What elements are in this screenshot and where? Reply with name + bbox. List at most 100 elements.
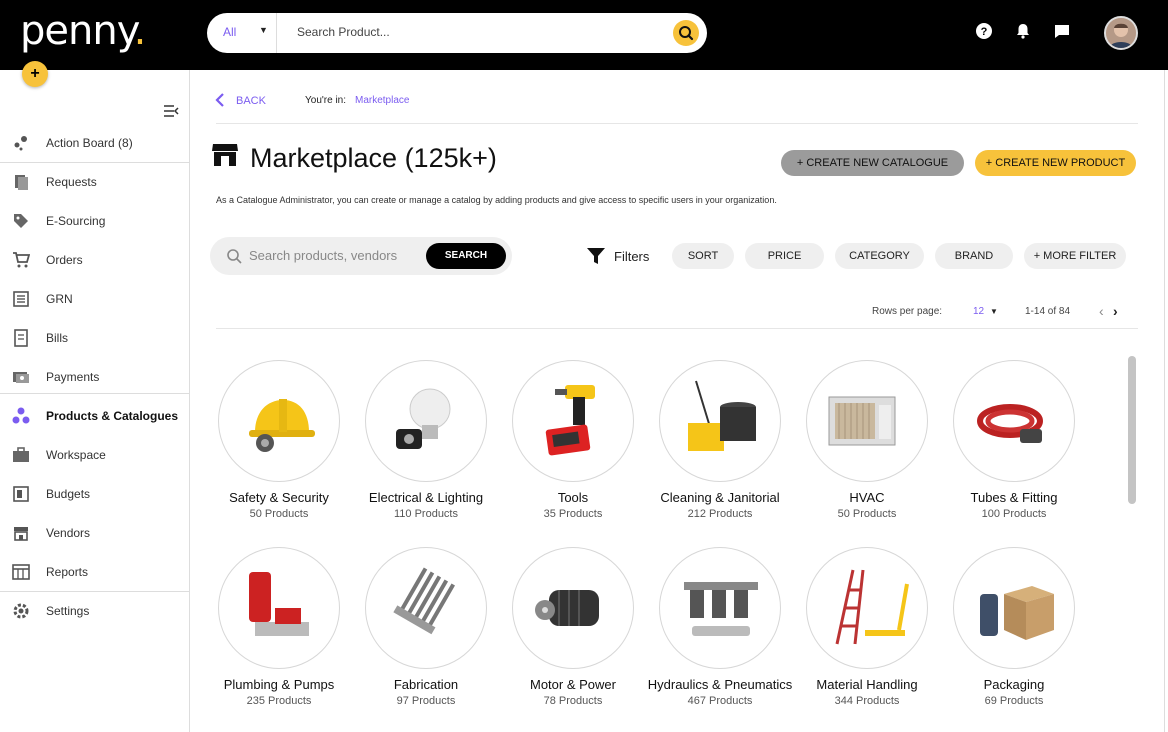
rows-per-page-label: Rows per page: bbox=[872, 306, 943, 317]
store-icon bbox=[14, 527, 28, 541]
category-card-fabrication[interactable]: Fabrication 97 Products bbox=[346, 547, 506, 717]
sidebar-item-reports[interactable]: Reports bbox=[0, 553, 189, 591]
sidebar-item-label: Vendors bbox=[46, 526, 91, 540]
category-name: Electrical & Lighting bbox=[368, 490, 484, 505]
category-name: Cleaning & Janitorial bbox=[660, 490, 780, 505]
action-board-icon bbox=[14, 136, 27, 151]
back-arrow-icon[interactable] bbox=[213, 92, 227, 108]
sidebar-item-e-sourcing[interactable]: E-Sourcing bbox=[0, 202, 189, 240]
category-name: Tools bbox=[557, 490, 589, 505]
product-search-input[interactable]: Search products, vendors bbox=[249, 248, 397, 263]
prev-page-icon[interactable]: ‹ bbox=[1099, 303, 1104, 319]
bell-icon[interactable] bbox=[1014, 22, 1032, 40]
cart-icon bbox=[13, 252, 30, 268]
sidebar-item-vendors[interactable]: Vendors bbox=[0, 514, 189, 552]
gear-icon bbox=[13, 603, 29, 619]
category-name: Tubes & Fitting bbox=[970, 490, 1058, 505]
sidebar-item-label: Bills bbox=[46, 331, 69, 345]
category-image bbox=[365, 360, 487, 482]
category-image bbox=[953, 360, 1075, 482]
sidebar-item-label: Products & Catalogues bbox=[46, 409, 179, 423]
briefcase-icon bbox=[13, 447, 29, 462]
search-submit-button[interactable] bbox=[673, 20, 699, 46]
svg-text:?: ? bbox=[981, 26, 988, 38]
sidebar-item-grn[interactable]: GRN bbox=[0, 280, 189, 318]
next-page-icon[interactable]: › bbox=[1113, 303, 1118, 319]
category-image bbox=[659, 360, 781, 482]
page-title: Marketplace (125k+) bbox=[250, 143, 497, 173]
caret-down-icon[interactable]: ▼ bbox=[990, 307, 998, 316]
create-product-button[interactable]: + CREATE NEW PRODUCT bbox=[975, 150, 1136, 176]
rows-per-page-select[interactable]: 12 bbox=[973, 306, 984, 317]
category-name: Packaging bbox=[983, 677, 1045, 692]
sidebar-item-label: E-Sourcing bbox=[46, 214, 106, 228]
category-card-packaging[interactable]: Packaging 69 Products bbox=[934, 547, 1094, 717]
category-card-plumbing-pumps[interactable]: Plumbing & Pumps 235 Products bbox=[199, 547, 359, 717]
category-card-cleaning-janitorial[interactable]: Cleaning & Janitorial 212 Products bbox=[640, 360, 800, 530]
category-image bbox=[365, 547, 487, 669]
top-bar: penny. All ▼ Search Product... ? bbox=[0, 0, 1168, 70]
category-card-safety-security[interactable]: Safety & Security 50 Products bbox=[199, 360, 359, 530]
ladder-pallet-jack-icon bbox=[835, 569, 909, 645]
heat-sink-icon bbox=[393, 567, 455, 635]
sidebar-item-workspace[interactable]: Workspace bbox=[0, 436, 189, 474]
create-catalogue-button[interactable]: + CREATE NEW CATALOGUE bbox=[781, 150, 964, 176]
category-card-tubes-fitting[interactable]: Tubes & Fitting 100 Products bbox=[934, 360, 1094, 530]
sidebar-item-action-board[interactable]: Action Board (8) bbox=[0, 124, 189, 162]
category-card-tools[interactable]: Tools 35 Products bbox=[493, 360, 653, 530]
brand-chip[interactable]: BRAND bbox=[935, 243, 1013, 269]
sidebar-item-bills[interactable]: Bills bbox=[0, 319, 189, 357]
pump-icon bbox=[249, 572, 309, 636]
penny-logo[interactable]: penny. bbox=[20, 8, 146, 54]
category-card-hvac[interactable]: HVAC 50 Products bbox=[787, 360, 947, 530]
category-chip[interactable]: CATEGORY bbox=[835, 243, 924, 269]
search-icon bbox=[227, 249, 242, 264]
breadcrumb-prefix: You're in: bbox=[305, 95, 347, 106]
sidebar-item-payments[interactable]: Payments bbox=[0, 358, 189, 396]
budgets-icon bbox=[13, 486, 29, 502]
breadcrumb-marketplace[interactable]: Marketplace bbox=[355, 95, 409, 106]
search-button[interactable]: SEARCH bbox=[426, 243, 506, 269]
sidebar-item-label: Orders bbox=[46, 253, 83, 267]
sidebar-item-label: Settings bbox=[46, 604, 90, 618]
quick-create-button[interactable]: + bbox=[22, 61, 48, 87]
category-card-motor-power[interactable]: Motor & Power 78 Products bbox=[493, 547, 653, 717]
collapse-sidebar-icon[interactable] bbox=[163, 104, 179, 118]
sidebar-item-requests[interactable]: Requests bbox=[0, 163, 189, 201]
bill-icon bbox=[14, 329, 28, 347]
sidebar-item-label: Action Board (8) bbox=[46, 136, 133, 150]
caret-down-icon: ▼ bbox=[259, 25, 268, 35]
sidebar-item-label: Reports bbox=[46, 565, 89, 579]
search-scope-dropdown[interactable]: All ▼ bbox=[207, 13, 277, 53]
category-card-material-handling[interactable]: Material Handling 344 Products bbox=[787, 547, 947, 717]
back-button[interactable]: BACK bbox=[236, 95, 266, 107]
sidebar-item-budgets[interactable]: Budgets bbox=[0, 475, 189, 513]
category-count: 467 Products bbox=[687, 695, 753, 707]
help-icon[interactable]: ? bbox=[975, 22, 993, 40]
price-chip[interactable]: PRICE bbox=[745, 243, 824, 269]
search-scope-value: All bbox=[223, 25, 237, 39]
category-count: 35 Products bbox=[543, 508, 603, 520]
global-search-bar: All ▼ Search Product... bbox=[207, 13, 707, 53]
chat-icon[interactable] bbox=[1053, 22, 1071, 40]
sidebar-item-products-catalogues[interactable]: Products & Catalogues bbox=[0, 397, 189, 435]
content-scrollbar[interactable] bbox=[1128, 356, 1136, 504]
filter-funnel-icon[interactable] bbox=[586, 246, 606, 266]
category-card-hydraulics-pneumatics[interactable]: Hydraulics & Pneumatics 467 Products bbox=[640, 547, 800, 717]
sidebar-item-settings[interactable]: Settings bbox=[0, 592, 189, 630]
page-description: As a Catalogue Administrator, you can cr… bbox=[216, 195, 777, 205]
filters-label[interactable]: Filters bbox=[614, 249, 649, 264]
search-icon bbox=[679, 26, 694, 41]
storefront-icon bbox=[212, 144, 238, 166]
category-count: 78 Products bbox=[543, 695, 603, 707]
global-search-input[interactable]: Search Product... bbox=[297, 25, 390, 39]
sort-chip[interactable]: SORT bbox=[672, 243, 734, 269]
sidebar-item-orders[interactable]: Orders bbox=[0, 241, 189, 279]
category-image bbox=[806, 360, 928, 482]
light-bulb-icon bbox=[396, 388, 451, 449]
user-avatar[interactable] bbox=[1104, 16, 1138, 50]
category-image bbox=[806, 547, 928, 669]
category-card-electrical-lighting[interactable]: Electrical & Lighting 110 Products bbox=[346, 360, 506, 530]
more-filter-chip[interactable]: + MORE FILTER bbox=[1024, 243, 1126, 269]
category-name: Material Handling bbox=[816, 677, 918, 692]
